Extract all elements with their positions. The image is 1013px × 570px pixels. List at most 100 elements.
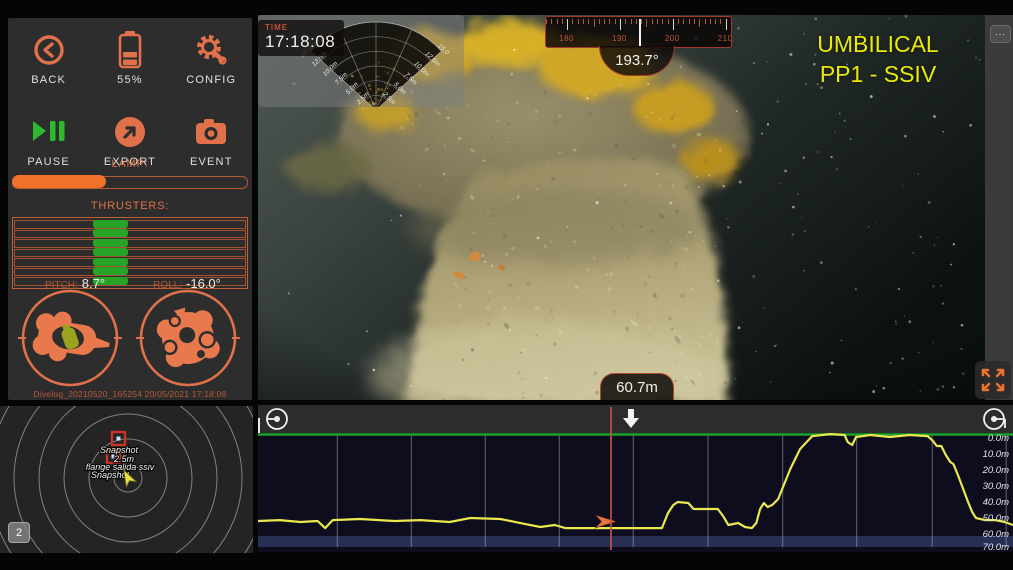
compass-tick (625, 19, 626, 24)
compass-tick (726, 19, 727, 30)
sonar-plan-view[interactable]: Snapshot2.5mflange salida ssivSnapshot 2 (0, 406, 253, 553)
battery-label: 55% (117, 74, 143, 86)
compass-tick (551, 19, 552, 24)
compass-tick (689, 19, 690, 24)
lamp-section: LAMP: (12, 158, 248, 189)
thruster-level-bar (93, 258, 128, 266)
export-icon (112, 110, 148, 154)
compass-tick (557, 19, 558, 24)
depth-axis-label: 60.0m (983, 529, 1009, 540)
compass-tick (668, 19, 669, 24)
thruster-row (14, 220, 246, 229)
depth-axis-label: 40.0m (983, 497, 1009, 508)
compass-tick (615, 19, 616, 24)
timeline-header (258, 405, 1013, 433)
compass-tick (636, 19, 637, 24)
compass-tick (631, 19, 632, 24)
play-pause-icon (30, 110, 68, 154)
depth-timeline[interactable]: 0.0m 10.0m 20.0m 30.0m 40.0m 50.0m 60.0m 70.0m (258, 405, 1013, 552)
depth-axis-label: 0.0m (988, 433, 1009, 444)
config-label: CONFIG (186, 74, 236, 86)
compass-tick (652, 19, 653, 24)
thruster-level-bar (93, 229, 128, 237)
compass-tick (662, 19, 663, 24)
scrub-down-arrow[interactable] (622, 408, 640, 434)
compass-tick (588, 19, 589, 24)
config-button[interactable]: CONFIG (171, 28, 252, 110)
map-range-badge[interactable]: 2 (8, 522, 30, 543)
compass-tick (720, 19, 721, 24)
playhead-cursor[interactable] (610, 407, 612, 550)
compass-tick (620, 19, 621, 30)
compass-tick (699, 19, 700, 27)
rov-top-silhouette (153, 301, 223, 371)
thruster-level-bar (93, 220, 128, 228)
thrusters-label: THRUSTERS: (12, 200, 248, 212)
compass-tick (599, 19, 600, 24)
compass-tick (604, 19, 605, 24)
compass-tick (594, 19, 595, 27)
depth-axis-label: 10.0m (983, 449, 1009, 460)
depth-profile-plot[interactable]: 0.0m 10.0m 20.0m 30.0m 40.0m 50.0m 60.0m 70.0m (258, 433, 1013, 552)
thruster-row (14, 268, 246, 277)
thruster-row (14, 249, 246, 258)
compass-tick (678, 19, 679, 24)
thruster-row (14, 230, 246, 239)
fullscreen-button[interactable] (975, 361, 1011, 399)
rov-side-silhouette (31, 308, 114, 369)
lamp-slider[interactable] (12, 176, 248, 189)
thruster-level-bar (93, 248, 128, 256)
time-label: TIME (265, 23, 335, 32)
gear-wrench-icon (192, 28, 230, 72)
compass-tick (583, 19, 584, 24)
expand-arrows-icon (980, 367, 1006, 393)
compass-tick (694, 19, 695, 24)
lamp-slider-fill (12, 175, 106, 188)
back-label: BACK (31, 74, 66, 86)
depth-readout: 60.7m (600, 373, 674, 400)
time-value: 17:18:08 (265, 32, 335, 52)
control-panel: BACK 55% (8, 18, 252, 400)
depth-axis-label: 30.0m (983, 481, 1009, 492)
compass-degree-label: 180 (559, 34, 574, 43)
depth-axis-label: 70.0m (983, 542, 1009, 552)
timeline-end-icon[interactable] (982, 406, 1008, 432)
time-widget: TIME 17:18:08 (258, 20, 344, 56)
seabed-band (258, 536, 1013, 547)
attitude-section: PITCH:8.7° ROLL:-16.0° (8, 276, 252, 388)
compass-tick (657, 19, 658, 24)
dive-target-title: UMBILICAL PP1 - SSIV (792, 29, 964, 89)
compass-tape: 180190200210 (545, 16, 732, 48)
title-line-1: UMBILICAL (792, 29, 964, 59)
compass-tick (546, 19, 547, 24)
thruster-level-bar (93, 267, 128, 275)
main-video-feed: 2.5m2.5m5.0m5.0m7.5m7.5m10.0m10.0m12.5m1… (258, 15, 985, 400)
depth-axis-label: 20.0m (982, 465, 1009, 476)
compass-degree-label: 190 (612, 34, 627, 43)
compass-tick (705, 19, 706, 24)
timeline-start-icon[interactable] (263, 406, 289, 432)
more-options-button[interactable]: ... (990, 25, 1011, 43)
back-icon (32, 28, 66, 72)
lamp-label: LAMP: (12, 158, 248, 170)
compass-tick (562, 19, 563, 24)
depth-axis-label: 50.0m (983, 513, 1009, 524)
compass-heading-marker (639, 19, 641, 46)
thruster-level-bar (93, 239, 128, 247)
compass-tick (646, 19, 647, 27)
compass-tick (578, 19, 579, 24)
compass-tick (609, 19, 610, 24)
battery-indicator: 55% (89, 28, 170, 110)
compass-tick (641, 19, 642, 24)
back-button[interactable]: BACK (8, 28, 89, 110)
compass-tick (567, 19, 568, 30)
compass-tick (710, 19, 711, 24)
compass-tick (673, 19, 674, 30)
side-toolbar: ... (985, 15, 1013, 400)
snapshot-marker-dot (117, 437, 121, 441)
compass-tick (683, 19, 684, 24)
rov-roll-indicator (136, 286, 240, 390)
title-line-2: PP1 - SSIV (792, 59, 964, 89)
thruster-row (14, 239, 246, 248)
compass-degree-label: 210 (718, 34, 732, 43)
